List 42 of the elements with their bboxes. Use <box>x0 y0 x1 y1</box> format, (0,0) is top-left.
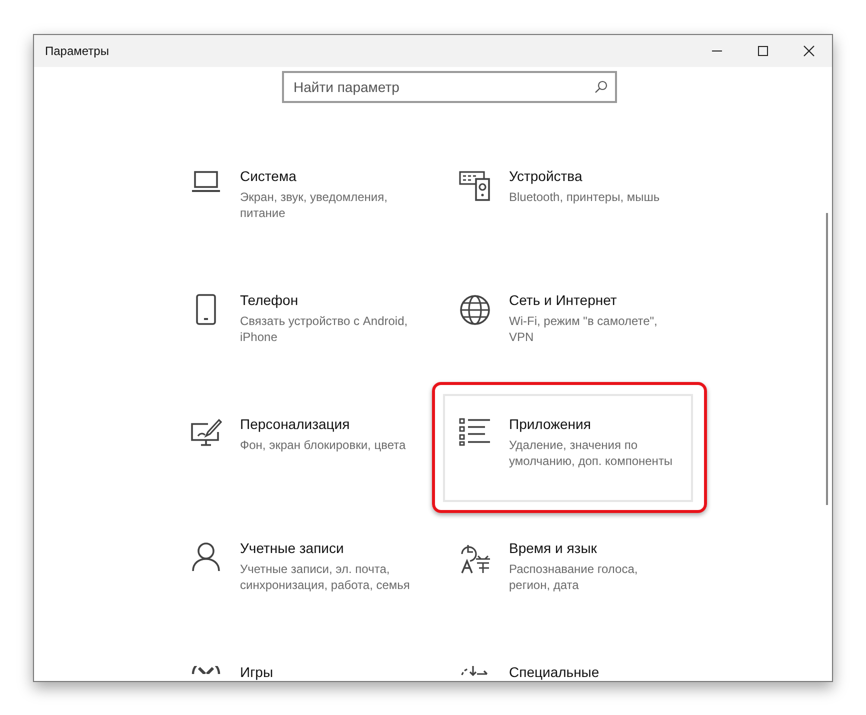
tile-title: Специальные <box>509 664 600 680</box>
settings-tile[interactable]: Приложения Удаление, значения по умолчанию, доп. компоненты <box>443 394 693 502</box>
tile-description: Учетные записи, эл. почта, синхронизация, работа, семья <box>240 561 411 593</box>
settings-tile[interactable]: Система Экран, звук, уведомления, питание <box>174 146 424 254</box>
tile-title: Устройства <box>509 168 584 184</box>
tile-title: Телефон <box>240 292 300 308</box>
scrollbar[interactable] <box>826 213 828 505</box>
settings-tile[interactable]: Время и язык Распознавание голоса, регион, дата <box>443 518 693 626</box>
maximize-icon <box>757 45 769 57</box>
tile-title: Система <box>240 168 298 184</box>
search-icon <box>594 80 608 94</box>
tile-description: Bluetooth, принтеры, мышь <box>509 189 661 205</box>
tile-title: Игры <box>240 664 274 680</box>
settings-tile[interactable]: Сеть и Интернет Wi-Fi, режим "в самолете", VPN <box>443 270 693 378</box>
settings-tile[interactable]: Учетные записи Учетные записи, эл. почта, синхронизация, работа, семья <box>174 518 424 626</box>
window-title: Параметры <box>45 44 109 58</box>
settings-tile[interactable]: Телефон Связать устройство с Android, iPhone <box>174 270 424 378</box>
settings-tile[interactable]: Устройства Bluetooth, принтеры, мышь <box>443 146 693 254</box>
tile-title: Время и язык <box>509 540 598 556</box>
tile-title: Приложения <box>509 416 592 432</box>
settings-tile[interactable]: Игры <box>174 642 424 681</box>
monitor-brush-icon <box>190 418 222 448</box>
tile-title: Персонализация <box>240 416 351 432</box>
tile-title: Сеть и Интернет <box>509 292 618 308</box>
close-icon <box>803 45 815 57</box>
tile-description: Wi-Fi, режим "в самолете", VPN <box>509 313 658 345</box>
tile-description: Экран, звук, уведомления, питание <box>240 189 388 221</box>
settings-tile[interactable]: Персонализация Фон, экран блокировки, цвета <box>174 394 424 502</box>
search-field[interactable]: Найти параметр <box>282 71 616 103</box>
tile-description: Удаление, значения по умолчанию, доп. компоненты <box>509 437 674 469</box>
person-icon <box>191 542 221 572</box>
clock-letter-icon <box>459 542 491 574</box>
keyboard-speaker-icon <box>459 170 491 202</box>
list-icon <box>459 418 491 446</box>
globe-icon <box>459 294 491 326</box>
settings-tile[interactable]: Специальные <box>443 642 693 681</box>
tile-description: Связать устройство с Android, iPhone <box>240 313 409 345</box>
tile-title: Учетные записи <box>240 540 345 556</box>
laptop-icon <box>191 170 221 194</box>
tile-description: Распознавание голоса, регион, дата <box>509 561 639 593</box>
tile-description: Фон, экран блокировки, цвета <box>240 437 407 453</box>
phone-icon <box>195 294 217 326</box>
